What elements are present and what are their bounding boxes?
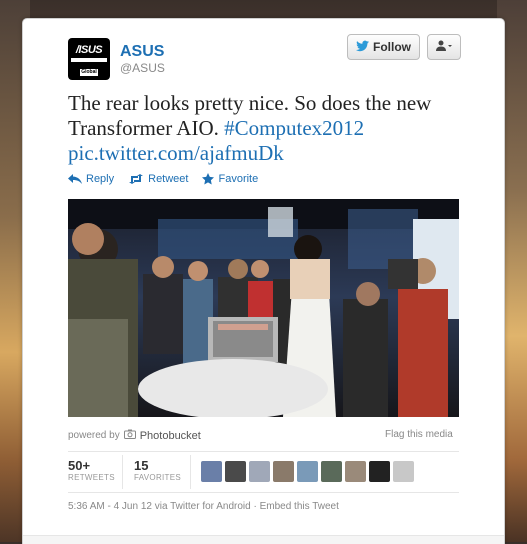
- powered-by: powered by Photobucket: [68, 429, 201, 442]
- avatar-tagline: [71, 58, 107, 62]
- retweets-stat[interactable]: 50+ RETWEETS: [68, 458, 115, 482]
- favoriter-avatar[interactable]: [393, 461, 414, 482]
- favoriter-avatar[interactable]: [297, 461, 318, 482]
- avatar[interactable]: /ISUS Global: [68, 38, 110, 80]
- favorite-button[interactable]: Favorite: [202, 173, 258, 185]
- favoriter-avatar[interactable]: [273, 461, 294, 482]
- person-icon: [436, 40, 452, 55]
- tweet-meta: 5:36 AM - 4 Jun 12 via Twitter for Andro…: [68, 501, 339, 512]
- stats-divider: [122, 455, 123, 489]
- favorite-label: Favorite: [218, 173, 259, 185]
- retweet-button[interactable]: Retweet: [128, 173, 188, 185]
- retweets-label: RETWEETS: [68, 473, 115, 482]
- retweets-count: 50+: [68, 458, 91, 473]
- favoriter-avatar[interactable]: [225, 461, 246, 482]
- retweet-icon: [128, 174, 144, 184]
- media-link[interactable]: pic.twitter.com/ajafmuDk: [68, 141, 284, 165]
- follow-button[interactable]: Follow: [347, 34, 420, 60]
- favorites-label: FAVORITES: [134, 473, 182, 482]
- favorites-count: 15: [134, 458, 149, 473]
- favoriter-avatars: [201, 461, 414, 482]
- favoriter-avatar[interactable]: [345, 461, 366, 482]
- camera-icon: [123, 429, 136, 442]
- stats-divider: [190, 455, 191, 489]
- photobucket-link[interactable]: Photobucket: [140, 430, 201, 442]
- card-footer: [23, 535, 504, 544]
- flag-media-link[interactable]: Flag this media: [385, 429, 453, 440]
- tweet-actions: Reply Retweet Favorite: [68, 173, 258, 185]
- follow-label: Follow: [373, 40, 411, 54]
- favoriter-avatar[interactable]: [321, 461, 342, 482]
- user-handle[interactable]: @ASUS: [120, 61, 165, 75]
- retweet-label: Retweet: [148, 173, 189, 185]
- asus-logo: /ISUS: [75, 44, 103, 56]
- avatar-badge: Global: [80, 69, 98, 76]
- reply-icon: [68, 174, 82, 184]
- tweet-text: The rear looks pretty nice. So does the …: [68, 91, 488, 166]
- favorites-stat[interactable]: 15 FAVORITES: [134, 458, 181, 482]
- favoriter-avatar[interactable]: [369, 461, 390, 482]
- tweet-stats: 50+ RETWEETS 15 FAVORITES: [68, 451, 459, 493]
- favoriter-avatar[interactable]: [201, 461, 222, 482]
- tweet-card: /ISUS Global ASUS @ASUS Follow The rear …: [22, 18, 505, 544]
- bird-icon: [356, 40, 370, 55]
- reply-button[interactable]: Reply: [68, 173, 114, 185]
- user-actions-button[interactable]: [427, 34, 461, 60]
- user-name[interactable]: ASUS: [120, 43, 164, 61]
- powered-by-label: powered by: [68, 430, 120, 441]
- tweet-photo[interactable]: [68, 199, 459, 417]
- favoriter-avatar[interactable]: [249, 461, 270, 482]
- star-icon: [202, 173, 215, 185]
- reply-label: Reply: [86, 173, 115, 185]
- hashtag-link[interactable]: #Computex2012: [224, 116, 364, 140]
